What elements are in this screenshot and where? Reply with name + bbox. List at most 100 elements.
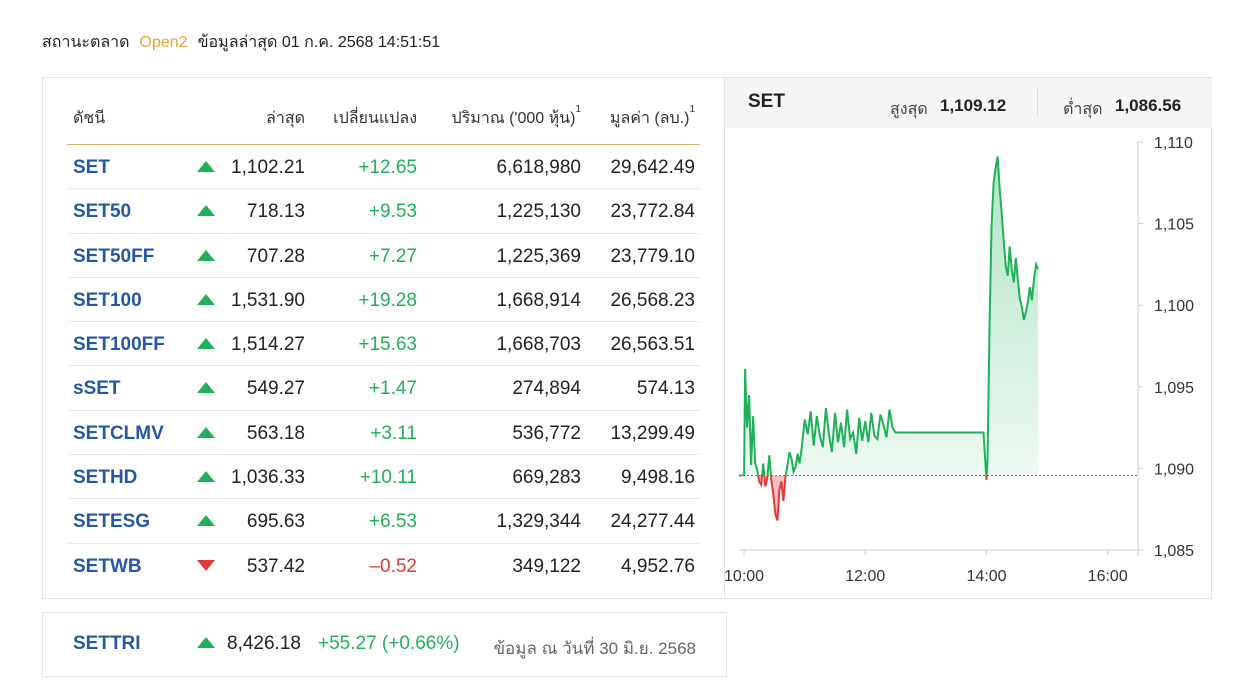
table-row[interactable]: SET 1,102.21 +12.65 6,618,980 29,642.49	[67, 145, 700, 190]
index-value: 26,568.23	[610, 289, 695, 311]
index-name-link[interactable]: SET100FF	[73, 334, 165, 356]
index-change: +19.28	[358, 289, 417, 311]
chart-low-label: ต่ำสุด	[1063, 101, 1103, 118]
intraday-price-chart[interactable]: 1,085 1,090 1,095 1,100 1,105 1,110 10:00 12:00…	[725, 128, 1212, 598]
arrow-up-icon	[197, 471, 215, 483]
arrow-down-icon	[197, 559, 215, 571]
arrow-up-icon	[197, 293, 215, 305]
index-name-link[interactable]: SETHD	[73, 467, 137, 489]
index-last: 1,514.27	[231, 334, 305, 356]
settri-change: +55.27 (+0.66%)	[318, 633, 460, 654]
index-volume: 1,668,914	[496, 289, 581, 311]
col-header-volume: ปริมาณ ('000 หุ้น)1	[451, 103, 581, 127]
last-updated-text: ข้อมูลล่าสุด 01 ก.ค. 2568 14:51:51	[197, 34, 441, 51]
settri-date: ข้อมูล ณ วันที่ 30 มิ.ย. 2568	[493, 639, 696, 658]
col-header-last: ล่าสุด	[266, 110, 305, 127]
index-name-link[interactable]: SET50	[73, 201, 131, 223]
settri-arrow-up-icon	[197, 637, 215, 648]
index-table-header: ดัชนี ล่าสุด เปลี่ยนแปลง ปริมาณ ('000 หุ…	[67, 78, 700, 145]
chart-header-separator	[1037, 88, 1038, 118]
table-row[interactable]: SETESG 695.63 +6.53 1,329,344 24,277.44	[67, 499, 700, 544]
index-value: 4,952.76	[621, 555, 695, 577]
chart-low-value: 1,086.56	[1115, 96, 1182, 115]
market-status-bar: สถานะตลาด Open2 ข้อมูลล่าสุด 01 ก.ค. 256…	[42, 30, 440, 55]
index-change: –0.52	[369, 555, 417, 577]
index-last: 1,531.90	[231, 289, 305, 311]
y-tick-label: 1,100	[1154, 298, 1194, 315]
index-volume: 274,894	[512, 378, 581, 400]
table-row[interactable]: SET50FF 707.28 +7.27 1,225,369 23,779.10	[67, 234, 700, 278]
index-change: +10.11	[359, 467, 417, 489]
index-volume: 1,225,369	[496, 245, 581, 267]
set-chart-panel: SET สูงสุด 1,109.12 ต่ำสุด 1,086.56 1,08…	[725, 78, 1212, 598]
table-row[interactable]: sSET 549.27 +1.47 274,894 574.13	[67, 366, 700, 411]
index-volume: 1,668,703	[496, 334, 581, 356]
index-change: +1.47	[368, 378, 417, 400]
index-name-link[interactable]: SET	[73, 157, 110, 179]
y-tick-label: 1,095	[1154, 380, 1194, 397]
table-row[interactable]: SET100FF 1,514.27 +15.63 1,668,703 26,563.51	[67, 322, 700, 367]
index-name-link[interactable]: SETCLMV	[73, 423, 164, 445]
y-tick-label: 1,090	[1154, 461, 1194, 478]
table-row[interactable]: SETCLMV 563.18 +3.11 536,772 13,299.49	[67, 411, 700, 456]
table-row[interactable]: SETHD 1,036.33 +10.11 669,283 9,498.16	[67, 455, 700, 500]
index-name-link[interactable]: SETESG	[73, 511, 150, 533]
x-tick-label: 10:00	[725, 568, 764, 585]
index-name-link[interactable]: SET50FF	[73, 246, 154, 268]
index-value: 26,563.51	[610, 334, 695, 356]
index-last: 563.18	[246, 422, 305, 444]
settri-name[interactable]: SETTRI	[73, 633, 141, 655]
x-tick-label: 16:00	[1088, 568, 1128, 585]
index-panel: ดัชนี ล่าสุด เปลี่ยนแปลง ปริมาณ ('000 หุ…	[42, 77, 1212, 599]
chart-high-label: สูงสุด	[890, 101, 928, 118]
index-volume: 6,618,980	[496, 157, 581, 178]
arrow-up-icon	[197, 249, 215, 261]
index-last: 1,036.33	[231, 467, 305, 489]
arrow-up-icon	[197, 161, 215, 172]
market-status-state: Open2	[139, 33, 188, 51]
index-volume: 1,329,344	[496, 511, 581, 533]
index-last: 1,102.21	[231, 157, 305, 178]
chart-high-value: 1,109.12	[940, 96, 1007, 115]
arrow-up-icon	[197, 205, 215, 217]
index-change: +3.11	[370, 422, 417, 444]
index-change: +12.65	[358, 157, 417, 178]
index-table: ดัชนี ล่าสุด เปลี่ยนแปลง ปริมาณ ('000 หุ…	[43, 78, 724, 598]
y-tick-label: 1,105	[1154, 217, 1194, 234]
index-last: 537.42	[246, 555, 305, 577]
arrow-up-icon	[197, 338, 215, 350]
index-value: 13,299.49	[610, 422, 695, 444]
index-value: 24,277.44	[610, 511, 695, 533]
chart-title: SET	[748, 91, 785, 112]
chart-header: SET สูงสุด 1,109.12 ต่ำสุด 1,086.56	[725, 78, 1212, 128]
table-row[interactable]: SET50 718.13 +9.53 1,225,130 23,772.84	[67, 189, 700, 234]
index-change: +15.63	[358, 334, 417, 356]
index-value: 29,642.49	[610, 157, 695, 178]
col-header-index: ดัชนี	[73, 110, 106, 127]
x-tick-label: 14:00	[966, 568, 1006, 585]
index-change: +9.53	[368, 201, 417, 223]
index-name-link[interactable]: SET100	[73, 290, 142, 312]
index-name-link[interactable]: sSET	[73, 378, 121, 400]
arrow-up-icon	[197, 515, 215, 527]
table-row[interactable]: SETWB 537.42 –0.52 349,122 4,952.76	[67, 544, 700, 588]
settri-last: 8,426.18	[227, 633, 301, 654]
arrow-up-icon	[197, 382, 215, 394]
y-tick-label: 1,085	[1154, 543, 1194, 560]
index-name-link[interactable]: SETWB	[73, 556, 142, 578]
index-value: 9,498.16	[621, 467, 695, 489]
col-header-change: เปลี่ยนแปลง	[333, 110, 417, 127]
index-volume: 1,225,130	[496, 201, 581, 223]
index-last: 707.28	[246, 245, 305, 267]
x-tick-label: 12:00	[845, 568, 885, 585]
table-row[interactable]: SET100 1,531.90 +19.28 1,668,914 26,568.23	[67, 278, 700, 323]
index-change: +7.27	[368, 245, 417, 267]
settri-panel: SETTRI 8,426.18 +55.27 (+0.66%) ข้อมูล ณ…	[42, 612, 727, 677]
index-volume: 536,772	[512, 422, 581, 444]
index-volume: 669,283	[512, 467, 581, 489]
index-table-body: SET 1,102.21 +12.65 6,618,980 29,642.49 SET50…	[67, 145, 700, 588]
index-volume: 349,122	[512, 555, 581, 577]
index-value: 23,772.84	[610, 201, 695, 223]
index-value: 23,779.10	[610, 245, 695, 267]
index-value: 574.13	[636, 378, 695, 400]
